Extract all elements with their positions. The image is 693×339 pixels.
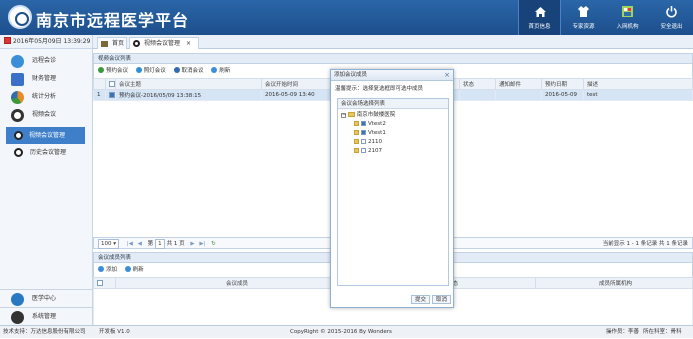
camera-tab-icon [133, 40, 140, 47]
date-display: 2016年05月09日 13:39:29 [0, 35, 92, 49]
tree-node[interactable]: Vtest1 [338, 129, 448, 138]
collapse-icon[interactable]: − [341, 113, 346, 118]
select-all-checkbox[interactable] [109, 80, 115, 87]
cancel-button[interactable]: 取消 [432, 295, 452, 304]
meeting-list-title: 视频会议列表 [93, 53, 693, 64]
folder-icon [354, 121, 359, 126]
status-footer: 技术支持：万达信息股份有限公司 开发板 V1.0 CopyRight © 201… [0, 325, 693, 338]
page-size-select[interactable]: 100 ▾ [98, 239, 120, 249]
sidebar-bottom: 医学中心 系统管理 [0, 289, 93, 325]
sidebar-item-system-manage[interactable]: 系统管理 [0, 307, 93, 325]
first-page-icon[interactable]: |◀ [127, 241, 133, 247]
folder-icon [354, 130, 359, 135]
home-tab-icon [101, 41, 108, 47]
last-page-icon[interactable]: ▶| [199, 241, 205, 247]
dialog-tip: 温馨提示：选择复选框即可选中成员 [335, 86, 424, 92]
node-checkbox[interactable] [361, 139, 366, 144]
node-checkbox[interactable] [361, 121, 366, 126]
nav-experts-button[interactable]: 专家资源 [562, 0, 605, 35]
tree-node[interactable]: 2110 [338, 138, 448, 147]
nav-logout-button[interactable]: 安全退出 [650, 0, 693, 35]
nav-institutions-button[interactable]: 入网机构 [606, 0, 649, 35]
folder-icon [354, 139, 359, 144]
folder-icon [347, 112, 355, 117]
home-icon [535, 7, 546, 17]
hospital-logo-icon [8, 5, 32, 29]
refresh-icon [124, 266, 131, 272]
camera-icon [14, 131, 23, 140]
calendar-icon [4, 37, 11, 44]
sidebar-item-finance[interactable]: 财务管理 [0, 70, 92, 88]
video-icon [11, 109, 24, 122]
dialog-header: 添加会议成员 × [331, 70, 453, 81]
member-select-all-checkbox[interactable] [97, 279, 103, 286]
book-meeting-button[interactable]: 预约会议 [98, 64, 128, 78]
prev-page-icon[interactable]: ◀ [138, 241, 142, 247]
cancel-icon [173, 67, 180, 73]
tab-video-meeting-manage[interactable]: 视频会议管理 × [129, 37, 199, 49]
tree-node[interactable]: 2107 [338, 147, 448, 156]
refresh-member-button[interactable]: 刷新 [124, 263, 144, 277]
tab-home[interactable]: 首页 [97, 37, 127, 49]
chart-icon [11, 91, 24, 104]
node-checkbox[interactable] [361, 130, 366, 135]
medcenter-icon [11, 293, 24, 306]
sidebar: 2016年05月09日 13:39:29 远程会诊 财务管理 统计分析 视频会议… [0, 35, 93, 325]
close-tab-icon[interactable]: × [186, 40, 191, 47]
node-checkbox[interactable] [361, 148, 366, 153]
app-title: 南京市远程医学平台 [36, 11, 190, 30]
folder-icon [354, 148, 359, 153]
sidebar-item-video-meeting-manage[interactable]: 视频会议管理 [6, 127, 85, 144]
shirt-icon [578, 6, 589, 17]
add-icon [98, 67, 104, 73]
page-input[interactable]: 1 [154, 239, 165, 249]
sidebar-item-statistics[interactable]: 统计分析 [0, 88, 92, 106]
sidebar-item-medical-center[interactable]: 医学中心 [0, 289, 93, 307]
close-icon[interactable]: × [444, 70, 450, 81]
venue-tree: 会议会场选择列表 − 南京市鼓楼医院 Vtest2 Vtest1 2110 21… [337, 98, 449, 286]
next-page-icon[interactable]: ▶ [190, 241, 194, 247]
power-icon [666, 6, 677, 18]
submit-button[interactable]: 提交 [411, 295, 431, 304]
pager-refresh-icon[interactable]: ↻ [211, 241, 216, 247]
sidebar-item-history-meeting[interactable]: 历史会议管理 [0, 144, 92, 161]
pager-summary: 当前显示 1 - 1 条记录 共 1 条记录 [602, 241, 688, 247]
history-icon [14, 148, 23, 157]
gear-icon [11, 311, 24, 324]
add-member-dialog: 添加会议成员 × 温馨提示：选择复选框即可选中成员 会议会场选择列表 − 南京市… [330, 69, 454, 308]
app-header: 南京市远程医学平台 首页信息 专家资源 入网机构 安全退出 [0, 0, 693, 35]
top-nav: 首页信息 专家资源 入网机构 安全退出 [517, 0, 693, 35]
sidebar-item-video-meeting[interactable]: 视频会议 [0, 106, 92, 124]
tab-bar: 首页 视频会议管理 × [93, 35, 693, 49]
nav-home-button[interactable]: 首页信息 [518, 0, 561, 35]
cancel-meeting-button[interactable]: 取消会议 [173, 64, 204, 78]
consult-icon [11, 55, 24, 68]
light-meeting-button[interactable]: 照灯会议 [135, 64, 166, 78]
tree-root-node[interactable]: − 南京市鼓楼医院 [338, 111, 448, 120]
finance-icon [11, 73, 24, 86]
row-checkbox[interactable] [109, 91, 115, 98]
building-icon [622, 6, 633, 17]
add-user-icon [98, 266, 104, 272]
add-member-button[interactable]: 添加 [98, 263, 117, 277]
tree-node[interactable]: Vtest2 [338, 120, 448, 129]
refresh-icon [211, 67, 218, 73]
refresh-meeting-button[interactable]: 刷新 [211, 64, 230, 78]
sidebar-item-remote-consult[interactable]: 远程会诊 [0, 52, 92, 70]
bulb-icon [135, 67, 142, 73]
venue-tree-title: 会议会场选择列表 [338, 99, 448, 109]
